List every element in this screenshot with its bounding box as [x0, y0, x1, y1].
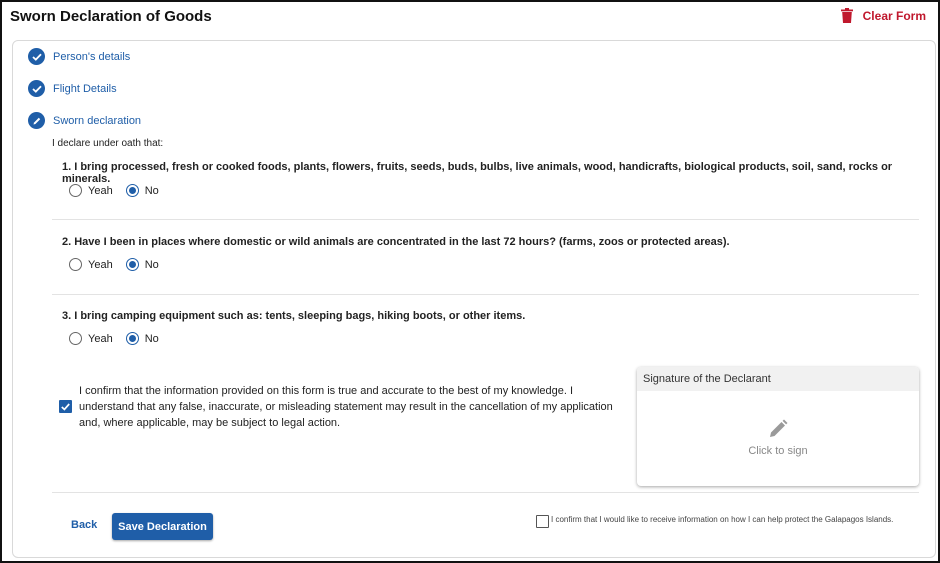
question-1-text: 1. I bring processed, fresh or cooked fo… — [62, 161, 893, 185]
form-card: Person's details Flight Details Sworn de… — [12, 40, 936, 558]
question-2-yes-radio[interactable]: Yeah — [69, 258, 113, 271]
clear-form-label: Clear Form — [862, 8, 926, 23]
pencil-icon — [28, 112, 45, 129]
radio-unchecked-icon — [69, 332, 82, 345]
back-button[interactable]: Back — [71, 519, 97, 531]
radio-checked-icon — [125, 258, 139, 271]
radio-label: No — [144, 184, 159, 197]
signature-hint: Click to sign — [748, 445, 808, 457]
step-persons-details[interactable]: Person's details — [28, 48, 130, 65]
radio-unchecked-icon — [69, 258, 82, 271]
step-flight-details[interactable]: Flight Details — [28, 80, 117, 97]
signature-title: Signature of the Declarant — [637, 367, 919, 391]
check-icon — [28, 48, 45, 65]
radio-checked-icon — [125, 332, 139, 345]
galapagos-checkbox[interactable] — [536, 515, 549, 528]
radio-label: No — [144, 332, 159, 345]
step-sworn-declaration[interactable]: Sworn declaration — [28, 112, 141, 129]
question-3-yes-radio[interactable]: Yeah — [69, 332, 113, 345]
question-3-no-radio[interactable]: No — [125, 332, 159, 345]
clear-form-button[interactable]: Clear Form — [840, 8, 926, 23]
radio-unchecked-icon — [69, 184, 82, 197]
check-icon — [28, 80, 45, 97]
save-declaration-button[interactable]: Save Declaration — [112, 513, 213, 540]
signature-pad[interactable]: Signature of the Declarant Click to sign — [637, 367, 919, 486]
radio-label: Yeah — [88, 184, 113, 197]
galapagos-consent-text: I confirm that I would like to receive i… — [551, 515, 894, 524]
question-1-yes-radio[interactable]: Yeah — [69, 184, 113, 197]
confirm-text: I confirm that the information provided … — [79, 385, 613, 429]
radio-label: Yeah — [88, 332, 113, 345]
divider — [52, 492, 919, 493]
check-icon — [61, 402, 70, 411]
question-3-text: 3. I bring camping equipment such as: te… — [62, 310, 526, 322]
step-label: Sworn declaration — [53, 114, 142, 127]
divider — [52, 294, 919, 295]
radio-checked-icon — [125, 184, 139, 197]
step-label: Person's details — [53, 50, 131, 63]
pencil-icon — [770, 419, 788, 437]
app-window: Sworn Declaration of Goods Clear Form Pe… — [0, 0, 940, 563]
declaration-intro: I declare under oath that: — [52, 138, 164, 149]
question-2-text: 2. Have I been in places where domestic … — [62, 236, 730, 248]
divider — [52, 219, 919, 220]
header: Sworn Declaration of Goods Clear Form — [2, 2, 938, 32]
radio-label: Yeah — [88, 258, 113, 271]
question-2-options: Yeah No — [69, 258, 172, 271]
step-label: Flight Details — [53, 82, 117, 95]
question-1-options: Yeah No — [69, 184, 172, 197]
page-title: Sworn Declaration of Goods — [10, 8, 212, 25]
question-1-no-radio[interactable]: No — [125, 184, 159, 197]
trash-icon — [840, 8, 853, 23]
question-3-options: Yeah No — [69, 332, 172, 345]
confirm-checkbox[interactable] — [59, 400, 72, 413]
radio-label: No — [144, 258, 159, 271]
question-2-no-radio[interactable]: No — [125, 258, 159, 271]
